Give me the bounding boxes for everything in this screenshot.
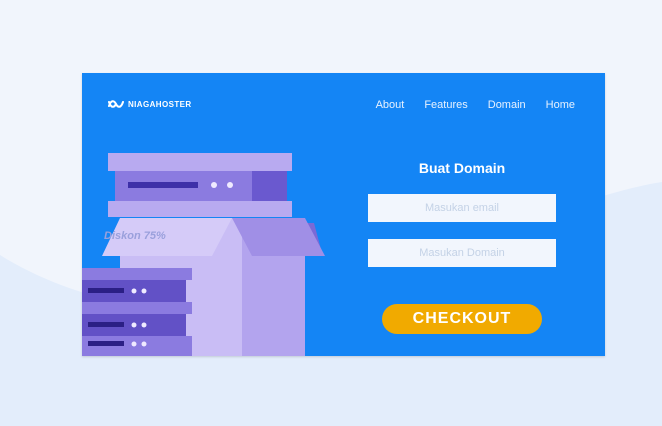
nav-link-home[interactable]: Home	[546, 99, 575, 111]
brand-name: NIAGAHOSTER	[128, 99, 192, 109]
brand-logo[interactable]: NIAGAHOSTER	[108, 99, 192, 109]
landing-page-frame: Diskon 75% NIAGAHOSTER About Features Do…	[82, 73, 605, 356]
nav-link-domain[interactable]: Domain	[488, 99, 526, 111]
domain-input[interactable]	[368, 239, 556, 267]
server-box-illustration	[82, 153, 325, 356]
nav-link-features[interactable]: Features	[424, 99, 467, 111]
niagahoster-logo-icon	[108, 100, 124, 108]
form-title: Buat Domain	[418, 160, 506, 176]
discount-label: Diskon 75%	[104, 230, 166, 242]
checkout-button[interactable]: CHECKOUT	[382, 304, 542, 334]
top-navigation: About Features Domain Home	[376, 99, 575, 111]
nav-link-about[interactable]: About	[376, 99, 405, 111]
email-input[interactable]	[368, 194, 556, 222]
